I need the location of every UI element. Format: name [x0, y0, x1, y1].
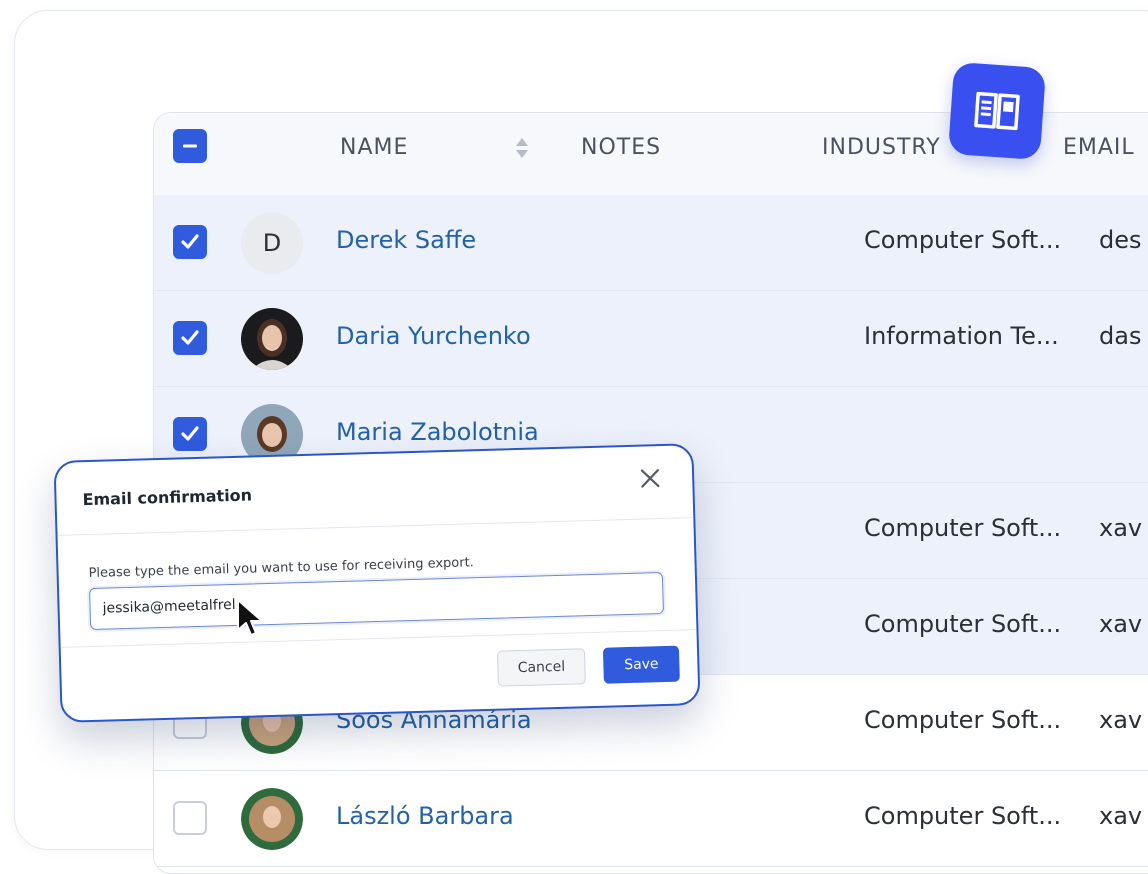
save-button[interactable]: Save	[602, 645, 680, 684]
contact-name-link[interactable]: Derek Saffe	[336, 226, 476, 254]
mouse-pointer-icon	[237, 599, 263, 636]
column-header-notes[interactable]: NOTES	[581, 135, 661, 160]
table-row[interactable]: László Barbara Computer Soft... xav	[154, 771, 1148, 867]
row-checkbox[interactable]	[173, 801, 207, 835]
row-checkbox[interactable]	[173, 225, 207, 259]
check-icon	[181, 330, 199, 345]
email-field[interactable]	[89, 572, 664, 631]
column-header-industry[interactable]: INDUSTRY	[822, 135, 941, 160]
row-checkbox[interactable]	[173, 417, 207, 451]
column-header-name[interactable]: NAME	[340, 135, 408, 160]
email-cell: xav	[1099, 706, 1143, 734]
industry-cell: Information Te...	[864, 322, 1059, 350]
industry-cell: Computer Soft...	[864, 514, 1062, 542]
industry-cell: Computer Soft...	[864, 610, 1062, 638]
industry-cell: Computer Soft...	[864, 226, 1062, 254]
contact-name-link[interactable]: László Barbara	[336, 802, 514, 830]
sort-icon[interactable]	[514, 135, 530, 161]
person-photo-icon	[241, 788, 303, 850]
email-cell: das	[1099, 322, 1142, 350]
check-icon	[181, 234, 199, 249]
email-cell: des	[1099, 226, 1142, 254]
contact-name-link[interactable]: Daria Yurchenko	[336, 322, 531, 350]
divider	[57, 517, 694, 536]
open-book-icon	[974, 91, 1020, 131]
avatar: D	[241, 212, 303, 274]
industry-cell: Computer Soft...	[864, 802, 1062, 830]
person-photo-icon	[241, 308, 303, 370]
industry-cell: Computer Soft...	[864, 706, 1062, 734]
email-field-label: Please type the email you want to use fo…	[88, 555, 475, 582]
email-confirmation-dialog: Email confirmation Please type the email…	[53, 443, 701, 723]
divider	[60, 629, 697, 648]
close-icon[interactable]	[638, 466, 663, 491]
table-row[interactable]: D Derek Saffe Computer Soft... des	[154, 195, 1148, 291]
cancel-button[interactable]: Cancel	[496, 648, 586, 687]
column-header-email[interactable]: EMAIL	[1063, 135, 1135, 160]
email-cell: xav	[1099, 610, 1143, 638]
email-cell: xav	[1099, 802, 1143, 830]
minus-icon	[183, 144, 197, 148]
avatar	[241, 788, 303, 850]
knowledge-base-badge[interactable]	[947, 61, 1047, 161]
dialog-title: Email confirmation	[82, 485, 253, 510]
table-row[interactable]: Daria Yurchenko Information Te... das	[154, 291, 1148, 387]
check-icon	[181, 426, 199, 441]
row-checkbox[interactable]	[173, 321, 207, 355]
email-cell: xav	[1099, 514, 1143, 542]
avatar	[241, 308, 303, 370]
select-all-checkbox[interactable]	[173, 129, 207, 163]
contact-name-link[interactable]: Maria Zabolotnia	[336, 418, 539, 446]
